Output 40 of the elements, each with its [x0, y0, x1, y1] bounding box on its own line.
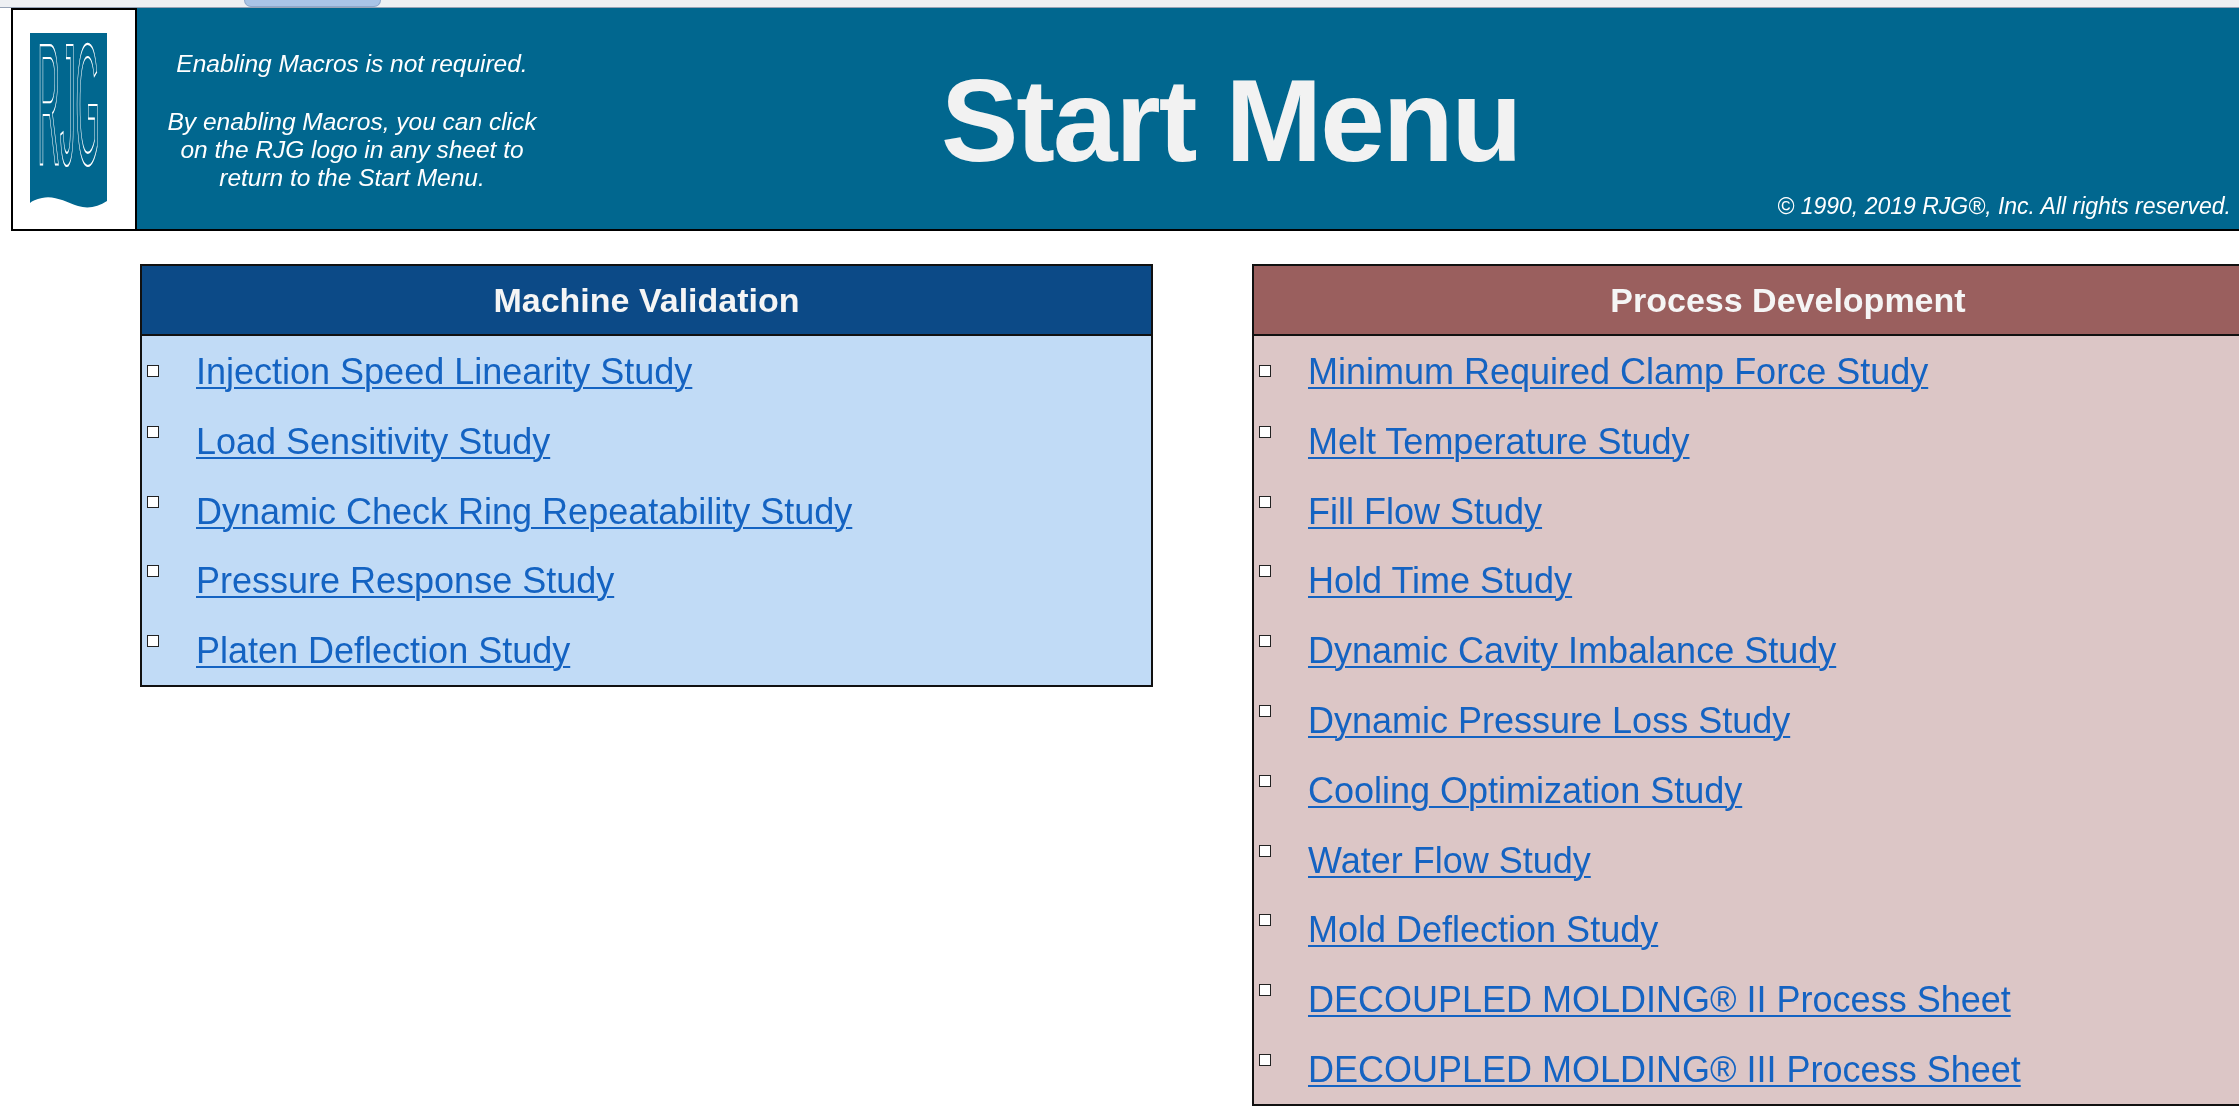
- study-link[interactable]: Water Flow Study: [1308, 839, 1591, 882]
- macro-note: By enabling Macros, you can click on the RJG logo in any sheet to return to the Start Menu.: [167, 108, 537, 192]
- study-link[interactable]: Minimum Required Clamp Force Study: [1308, 351, 1929, 393]
- square-bullet-icon: [147, 425, 159, 438]
- study-link[interactable]: Pressure Response Study: [196, 560, 615, 603]
- study-link[interactable]: Dynamic Cavity Imbalance Study: [1308, 630, 1837, 673]
- partial-tab[interactable]: [244, 0, 381, 7]
- copyright-text: © 1990, 2019 RJG®, Inc. All rights reserved.: [1777, 193, 2231, 219]
- square-bullet-icon: [1259, 914, 1271, 927]
- section-header: Machine Validation: [142, 266, 1151, 336]
- square-bullet-icon: [1259, 984, 1271, 997]
- study-link[interactable]: Load Sensitivity Study: [196, 420, 551, 463]
- study-link[interactable]: Hold Time Study: [1308, 560, 1573, 603]
- study-link[interactable]: Dynamic Check Ring Repeatability Study: [196, 490, 853, 533]
- study-link[interactable]: Platen Deflection Study: [196, 630, 571, 673]
- logo: RJG: [30, 33, 107, 209]
- square-bullet-icon: [1259, 365, 1271, 377]
- study-link[interactable]: Injection Speed Linearity Study: [196, 351, 693, 393]
- square-bullet-icon: [147, 565, 159, 578]
- square-bullet-icon: [1259, 844, 1271, 857]
- study-link[interactable]: Mold Deflection Study: [1308, 909, 1659, 952]
- square-bullet-icon: [1259, 495, 1271, 508]
- study-link[interactable]: Fill Flow Study: [1308, 490, 1543, 533]
- page-title: Start Menu: [941, 63, 1521, 179]
- square-bullet-icon: [1259, 705, 1271, 717]
- study-link[interactable]: Dynamic Pressure Loss Study: [1308, 700, 1791, 742]
- square-bullet-icon: [1259, 1053, 1271, 1066]
- square-bullet-icon: [1259, 774, 1271, 787]
- study-link[interactable]: Melt Temperature Study: [1308, 420, 1690, 463]
- study-link[interactable]: DECOUPLED MOLDING® III Process Sheet: [1308, 1048, 2021, 1091]
- square-bullet-icon: [147, 635, 159, 648]
- square-bullet-icon: [1259, 635, 1271, 648]
- square-bullet-icon: [147, 495, 159, 508]
- macro-note: Enabling Macros is not required.: [176, 50, 528, 78]
- square-bullet-icon: [1259, 565, 1271, 578]
- study-link[interactable]: DECOUPLED MOLDING® II Process Sheet: [1308, 979, 2011, 1022]
- study-link[interactable]: Cooling Optimization Study: [1308, 769, 1743, 812]
- square-bullet-icon: [1259, 425, 1271, 438]
- square-bullet-icon: [147, 365, 159, 377]
- section-header: Process Development: [1254, 266, 2239, 336]
